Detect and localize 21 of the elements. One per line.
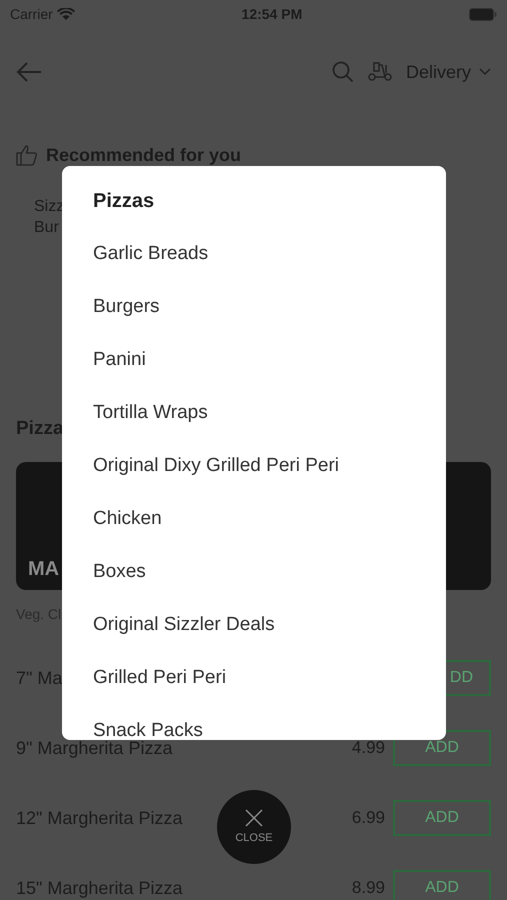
category-item[interactable]: Chicken	[93, 492, 162, 545]
close-icon	[244, 808, 264, 828]
thumbs-up-icon	[16, 144, 38, 166]
close-button[interactable]: CLOSE	[217, 790, 291, 864]
category-item[interactable]: Pizzas	[93, 174, 154, 227]
back-arrow-icon[interactable]	[16, 62, 42, 82]
wifi-icon	[56, 8, 75, 20]
category-item[interactable]: Garlic Breads	[93, 227, 208, 280]
category-item[interactable]: Grilled Peri Peri	[93, 651, 226, 704]
scooter-icon	[366, 61, 394, 83]
category-item[interactable]: Boxes	[93, 545, 146, 598]
category-item[interactable]: Snack Packs	[93, 704, 203, 740]
battery-icon	[468, 8, 497, 20]
search-icon[interactable]	[332, 61, 354, 83]
category-item[interactable]: Tortilla Wraps	[93, 386, 208, 439]
category-item[interactable]: Panini	[93, 333, 146, 386]
category-item[interactable]: Burgers	[93, 280, 160, 333]
category-item[interactable]: Original Dixy Grilled Peri Peri	[93, 439, 340, 492]
category-item[interactable]: Original Sizzler Deals	[93, 598, 275, 651]
chevron-down-icon	[479, 68, 491, 76]
banner-text: MA	[28, 557, 60, 582]
